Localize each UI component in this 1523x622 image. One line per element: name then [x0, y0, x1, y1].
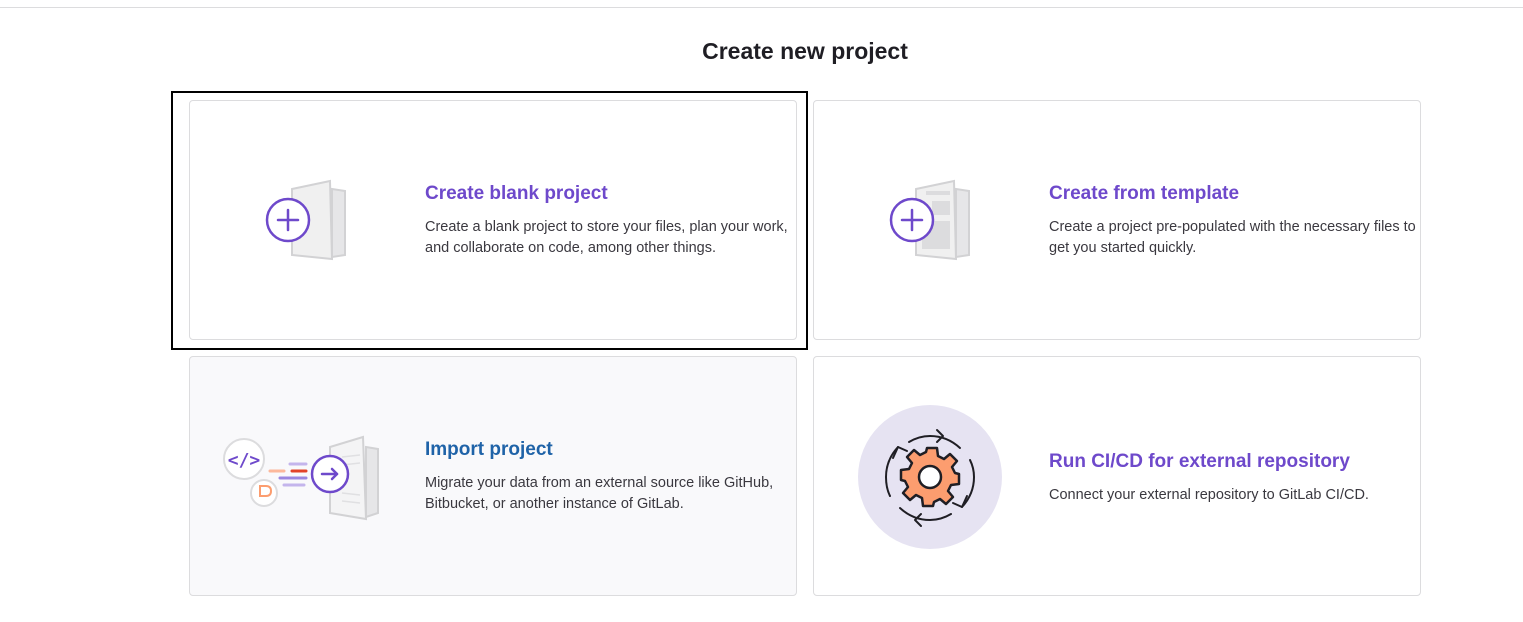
create-from-template-card[interactable]: Create from template Create a project pr…	[813, 100, 1421, 340]
page-title: Create new project	[702, 38, 908, 64]
card-title: Import project	[425, 439, 553, 460]
card-title: Run CI/CD for external repository	[1049, 451, 1350, 472]
svg-text:</>: </>	[228, 450, 261, 471]
card-title: Create from template	[1049, 183, 1240, 204]
card-description: Connect your external repository to GitL…	[1049, 487, 1369, 503]
card-description: Migrate your data from an external sourc…	[425, 475, 774, 512]
import-project-card[interactable]: </> Import project Migrate your data fro…	[189, 356, 797, 596]
focus-outline	[171, 91, 808, 350]
card-description: Create a project pre-populated with the …	[1049, 219, 1416, 256]
template-project-icon	[889, 179, 970, 261]
import-project-icon: </>	[223, 435, 379, 521]
top-divider	[0, 7, 1523, 8]
cicd-gear-icon	[858, 405, 1002, 549]
run-cicd-card[interactable]: Run CI/CD for external repository Connec…	[813, 356, 1421, 596]
